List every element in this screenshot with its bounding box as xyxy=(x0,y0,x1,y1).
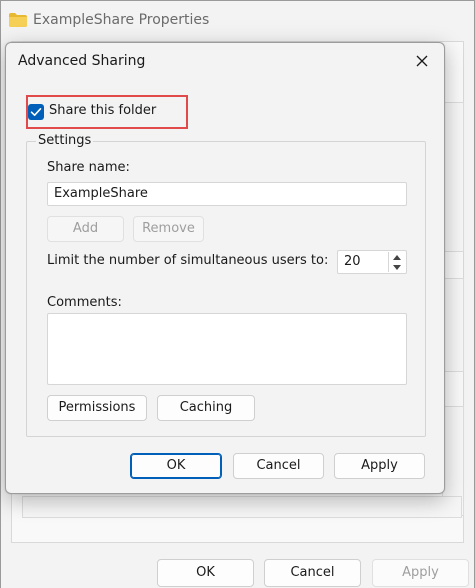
ghost-group-box xyxy=(442,278,464,372)
apply-button[interactable]: Apply xyxy=(334,453,425,479)
user-limit-value[interactable]: 20 xyxy=(344,254,361,269)
properties-window-title: ExampleShare Properties xyxy=(33,12,210,28)
ghost-group-box xyxy=(442,102,464,252)
comments-label: Comments: xyxy=(47,295,122,310)
add-button: Add xyxy=(47,216,124,242)
properties-ok-button[interactable]: OK xyxy=(157,559,254,587)
remove-button: Remove xyxy=(133,216,204,242)
share-folder-label[interactable]: Share this folder xyxy=(49,103,156,118)
settings-legend: Settings xyxy=(36,133,94,148)
share-name-label: Share name: xyxy=(47,160,130,175)
close-button[interactable] xyxy=(406,47,438,75)
comments-textarea[interactable] xyxy=(47,313,407,385)
chevron-up-icon[interactable] xyxy=(389,252,405,262)
properties-cancel-button[interactable]: Cancel xyxy=(264,559,361,587)
limit-users-label: Limit the number of simultaneous users t… xyxy=(47,253,329,268)
advanced-sharing-dialog: Advanced Sharing Share this folder Setti… xyxy=(5,42,445,494)
user-limit-spinner[interactable]: 20 xyxy=(337,250,407,274)
close-icon xyxy=(416,55,428,67)
ok-button[interactable]: OK xyxy=(130,453,222,479)
spinner-arrows xyxy=(388,252,405,272)
dialog-title: Advanced Sharing xyxy=(18,53,146,69)
share-folder-highlight: Share this folder xyxy=(26,95,188,129)
settings-group: Settings Share name: ExampleShare Add Re… xyxy=(26,133,426,437)
permissions-button[interactable]: Permissions xyxy=(47,395,147,421)
ghost-group-box xyxy=(22,496,462,518)
share-folder-checkbox[interactable] xyxy=(28,104,44,120)
properties-titlebar: ExampleShare Properties xyxy=(1,1,474,41)
folder-icon xyxy=(9,13,27,27)
chevron-down-icon[interactable] xyxy=(389,262,405,272)
checkmark-icon xyxy=(30,108,42,116)
cancel-button[interactable]: Cancel xyxy=(233,453,324,479)
properties-apply-button: Apply xyxy=(372,559,469,587)
share-name-input[interactable]: ExampleShare xyxy=(47,182,407,206)
caching-button[interactable]: Caching xyxy=(157,395,255,421)
